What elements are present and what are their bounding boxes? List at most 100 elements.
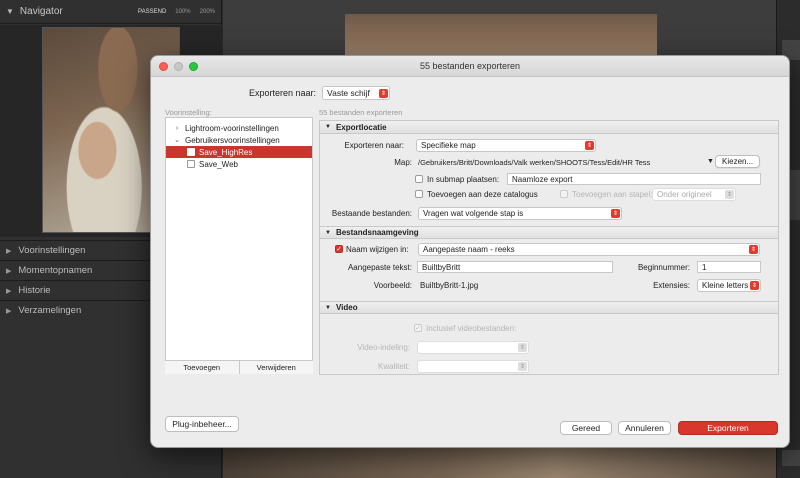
section-header-export-location[interactable]: ▼ Exportlocatie <box>320 121 778 134</box>
export-location-value: Specifieke map <box>421 141 476 150</box>
export-to-label: Exporteren naar: <box>249 88 317 98</box>
remove-preset-button[interactable]: Verwijderen <box>240 361 314 374</box>
start-number-input[interactable]: 1 <box>697 261 761 273</box>
expand-triangle-icon: ▶ <box>6 247 12 255</box>
section-title: Video <box>335 303 358 312</box>
add-to-stack-label: Toevoegen aan stapel: <box>572 190 653 199</box>
cancel-button[interactable]: Annuleren <box>618 421 671 435</box>
export-to-row: Exporteren naar: Vaste schijf ⇕ <box>249 86 391 100</box>
dropdown-arrow-icon: ⇕ <box>518 362 527 371</box>
include-video-checkbox[interactable]: ✓ <box>414 324 422 332</box>
panel-label: Historie <box>18 285 51 296</box>
folder-label: Map: <box>394 158 412 167</box>
preset-buttons: Toevoegen Verwijderen <box>165 360 313 374</box>
dropdown-arrow-icon: ⇕ <box>585 141 594 150</box>
choose-folder-button[interactable]: Kiezen... <box>715 155 761 168</box>
main-photo <box>345 14 657 58</box>
rename-checkbox[interactable]: ✓ <box>335 245 343 253</box>
panel-label: Voorinstellingen <box>18 245 86 256</box>
preset-group-user[interactable]: ⌄ Gebruikersvoorinstellingen <box>166 134 312 146</box>
subfolder-checkbox[interactable] <box>415 175 423 183</box>
collapse-triangle-icon: ▼ <box>325 304 331 311</box>
navigator-title: Navigator <box>19 6 63 17</box>
panel-label: Verzamelingen <box>18 305 82 316</box>
collapse-triangle-icon: ▼ <box>325 124 331 130</box>
video-format-label: Video-indeling: <box>357 343 410 352</box>
expand-triangle-icon: ▶ <box>6 307 12 315</box>
existing-files-label: Bestaande bestanden: <box>331 209 412 218</box>
section-video: ✓ Inclusief videobestanden: Video-indeli… <box>320 314 778 374</box>
navigator-header[interactable]: ▼ Navigator PASSEND 100% 200% <box>0 0 221 24</box>
custom-text-label: Aangepaste tekst: <box>347 263 412 272</box>
expand-triangle-icon: ▶ <box>6 287 12 295</box>
preset-group-label: Gebruikersvoorinstellingen <box>185 135 280 145</box>
custom-text-input[interactable]: BuiltbyBritt <box>417 261 613 273</box>
collapse-triangle-icon: ▼ <box>6 7 14 16</box>
export-to-value: Vaste schijf <box>327 88 370 98</box>
stack-position-value: Onder origineel <box>657 190 712 199</box>
close-window-icon[interactable] <box>159 62 168 71</box>
export-location-select[interactable]: Specifieke map ⇕ <box>416 139 596 152</box>
extensions-label: Extensies: <box>653 281 690 290</box>
extensions-value: Kleine letters <box>702 281 749 290</box>
zoom-100[interactable]: 100% <box>175 9 190 15</box>
export-to-select[interactable]: Vaste schijf ⇕ <box>322 86 391 100</box>
panel-label: Momentopnamen <box>18 265 93 276</box>
zoom-200[interactable]: 200% <box>200 9 215 15</box>
preset-item-label: Save_Web <box>199 159 238 169</box>
start-number-label: Beginnummer: <box>637 263 690 272</box>
preset-item-save-highres[interactable]: Save_HighRes <box>166 146 312 158</box>
section-export-location: Exporteren naar: Specifieke map ⇕ Map: /… <box>320 134 778 226</box>
export-dialog: 55 bestanden exporteren Exporteren naar:… <box>150 55 790 448</box>
folder-dropdown-icon[interactable]: ▼ <box>707 158 714 165</box>
dropdown-arrow-icon: ⇕ <box>379 89 389 98</box>
preset-checkbox[interactable] <box>187 148 195 156</box>
minimize-window-icon[interactable] <box>174 62 183 71</box>
rename-label: Naam wijzigen in: <box>346 245 409 254</box>
expand-triangle-icon: ▶ <box>6 267 12 275</box>
preset-group-label: Lightroom-voorinstellingen <box>185 123 279 133</box>
example-label: Voorbeeld: <box>373 281 412 290</box>
preset-checkbox[interactable] <box>187 160 195 168</box>
filmstrip-photo <box>223 448 776 478</box>
existing-files-select[interactable]: Vragen wat volgende stap is ⇕ <box>418 207 622 220</box>
quality-select[interactable]: ⇕ <box>417 360 529 373</box>
rename-template-value: Aangepaste naam - reeks <box>423 245 515 254</box>
add-to-stack-checkbox[interactable] <box>560 190 568 198</box>
plugin-manager-button[interactable]: Plug-inbeheer... <box>165 416 239 432</box>
zoom-fit[interactable]: PASSEND <box>138 9 166 15</box>
window-controls <box>159 62 198 71</box>
dropdown-arrow-icon: ⇕ <box>749 245 758 254</box>
example-value: BuiltbyBritt-1.jpg <box>420 281 479 290</box>
folder-path: /Gebruikers/Britt/Downloads/Valk werken/… <box>418 158 651 167</box>
section-file-naming: ✓ Naam wijzigen in: Aangepaste naam - re… <box>320 239 778 301</box>
dialog-titlebar: 55 bestanden exporteren <box>151 56 789 77</box>
dropdown-arrow-icon: ⇕ <box>518 343 527 352</box>
section-title: Exportlocatie <box>335 122 387 132</box>
video-format-select[interactable]: ⇕ <box>417 341 529 354</box>
preset-group-lightroom[interactable]: › Lightroom-voorinstellingen <box>166 122 312 134</box>
stack-position-select[interactable]: Onder origineel ⇕ <box>652 188 736 201</box>
preset-list: › Lightroom-voorinstellingen ⌄ Gebruiker… <box>165 117 313 374</box>
export-button[interactable]: Exporteren <box>678 421 778 435</box>
preset-item-label: Save_HighRes <box>199 147 253 157</box>
done-button[interactable]: Gereed <box>560 421 612 435</box>
section-header-video[interactable]: ▼ Video <box>320 301 778 314</box>
existing-files-value: Vragen wat volgende stap is <box>423 209 524 218</box>
dropdown-arrow-icon: ⇕ <box>750 281 759 290</box>
dropdown-arrow-icon: ⇕ <box>725 190 734 199</box>
add-preset-button[interactable]: Toevoegen <box>165 361 240 374</box>
chevron-right-icon: › <box>175 124 179 132</box>
export-to-label: Exporteren naar: <box>344 141 404 150</box>
dropdown-arrow-icon: ⇕ <box>611 209 620 218</box>
preset-item-save-web[interactable]: Save_Web <box>166 158 312 170</box>
files-count-label: 55 bestanden exporteren <box>319 108 403 117</box>
section-header-file-naming[interactable]: ▼ Bestandsnaamgeving <box>320 226 778 239</box>
add-to-catalog-checkbox[interactable] <box>415 190 423 198</box>
extensions-select[interactable]: Kleine letters ⇕ <box>697 279 761 292</box>
presets-label: Voorinstelling: <box>165 108 212 117</box>
maximize-window-icon[interactable] <box>189 62 198 71</box>
export-settings: ▼ Exportlocatie Exporteren naar: Specifi… <box>319 120 779 375</box>
rename-template-select[interactable]: Aangepaste naam - reeks ⇕ <box>418 243 760 256</box>
subfolder-input[interactable]: Naamloze export <box>507 173 761 185</box>
